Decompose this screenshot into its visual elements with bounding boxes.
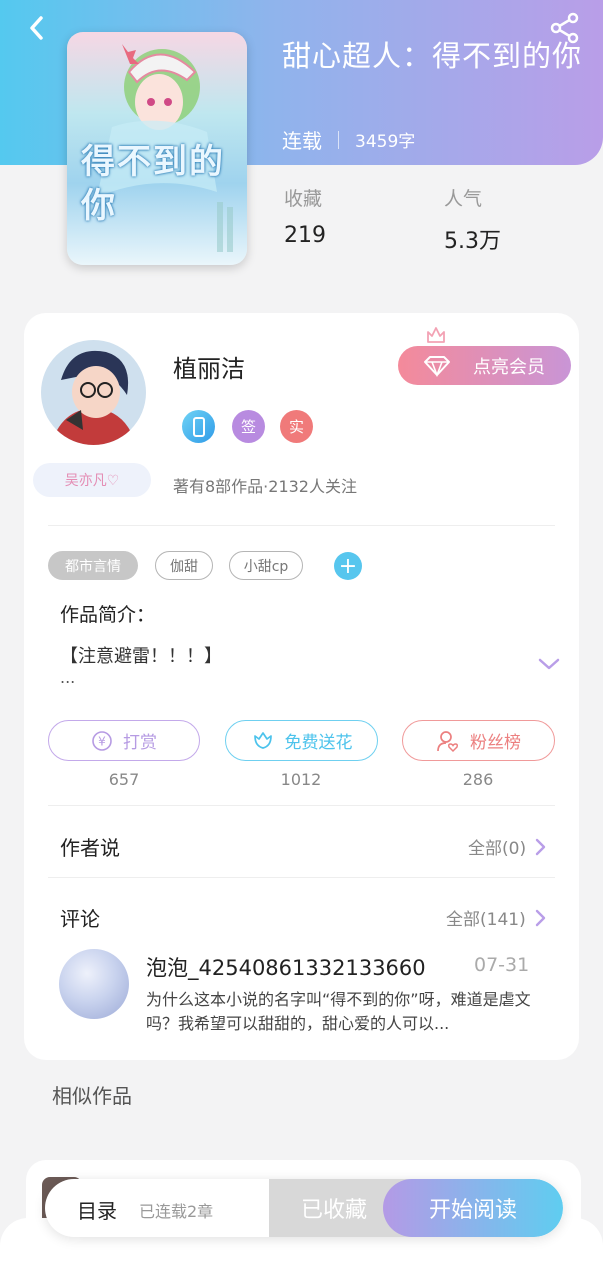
tip-button[interactable]: ¥ 打赏	[48, 720, 200, 761]
commenter-avatar[interactable]	[59, 949, 129, 1019]
tag-chip[interactable]: 都市言情	[48, 551, 138, 580]
fan-ranking-label: 粉丝榜	[470, 733, 521, 753]
avatar-illustration	[41, 340, 146, 445]
author-stats: 著有8部作品·2132人关注	[173, 477, 357, 496]
diamond-icon	[424, 356, 450, 377]
chevron-right-icon	[535, 838, 546, 855]
book-status: 连载	[282, 129, 322, 153]
fan-ranking-button[interactable]: 粉丝榜	[402, 720, 555, 761]
author-name[interactable]: 植丽洁	[173, 349, 245, 384]
comments-all-label: 全部(141)	[446, 910, 526, 930]
add-tag-button[interactable]: +	[334, 552, 362, 580]
divider	[48, 525, 555, 526]
author-says-title: 作者说	[60, 836, 120, 860]
stat-label: 人气	[444, 188, 483, 210]
plus-icon: +	[338, 553, 358, 579]
stat-popularity: 人气 5.3万	[444, 184, 501, 255]
tag-chip[interactable]: 小甜cp	[229, 551, 303, 580]
back-button[interactable]	[20, 10, 56, 46]
intro-title: 作品简介：	[60, 604, 156, 626]
similar-works-title: 相似作品	[52, 1084, 132, 1108]
book-meta: 连载 3459字	[282, 125, 415, 154]
toc-button[interactable]: 目录	[77, 1195, 117, 1224]
coin-icon: ¥	[92, 730, 112, 751]
commenter-name[interactable]: 泡泡_42540861332133660	[146, 952, 426, 982]
flower-count: 1012	[280, 770, 322, 789]
stat-favorites: 收藏 219	[284, 184, 326, 248]
chevron-right-icon	[535, 909, 545, 926]
divider	[48, 805, 555, 806]
signed-badge: 签	[232, 410, 265, 443]
comment-text[interactable]: 为什么这本小说的名字叫“得不到的你”呀，难道是虐文吗？我希望可以甜甜的，甜心爱的…	[146, 988, 546, 1036]
author-avatar[interactable]	[41, 340, 146, 445]
phone-icon	[192, 416, 205, 437]
comments-title: 评论	[60, 907, 100, 931]
book-word-count: 3459字	[355, 132, 416, 152]
stat-value: 219	[284, 223, 326, 248]
stat-value: 5.3万	[444, 229, 501, 254]
back-icon	[30, 16, 43, 40]
book-cover[interactable]: 得不到的你	[67, 32, 247, 265]
author-says-all-link[interactable]: 全部(0)	[468, 834, 546, 859]
stat-label: 收藏	[284, 188, 323, 210]
author-says-all-label: 全部(0)	[468, 839, 527, 859]
tag-chip[interactable]: 伽甜	[155, 551, 213, 580]
comments-all-link[interactable]: 全部(141)	[446, 905, 546, 930]
book-title: 甜心超人：得不到的你	[282, 39, 583, 73]
fan-count: 286	[462, 770, 494, 789]
vip-button-label: 点亮会员	[473, 356, 545, 378]
tip-count: 657	[108, 770, 140, 789]
flower-icon	[253, 731, 272, 749]
cover-title-text: 得不到的你	[81, 142, 225, 226]
verified-badge: 实	[280, 410, 313, 443]
user-heart-icon	[437, 730, 459, 752]
intro-text: 【注意避雷！！！】	[60, 646, 222, 667]
divider	[48, 877, 555, 878]
chapter-count: 已连载2章	[139, 1202, 214, 1221]
meta-divider	[338, 130, 339, 149]
send-flower-label: 免费送花	[284, 733, 353, 753]
intro-ellipsis: ...	[60, 668, 76, 687]
comment-date: 07-31	[474, 954, 530, 976]
send-flower-button[interactable]: 免费送花	[225, 720, 378, 761]
start-reading-button[interactable]: 开始阅读	[383, 1179, 563, 1237]
bottom-action-bar: 目录 已连载2章 已收藏 开始阅读	[45, 1179, 563, 1237]
author-fan-tag: 吴亦凡♡	[33, 463, 151, 497]
tip-label: 打赏	[123, 733, 157, 753]
phone-verified-badge	[182, 410, 215, 443]
crown-icon	[427, 327, 445, 343]
chevron-down-icon[interactable]	[537, 656, 561, 672]
svg-text:¥: ¥	[98, 734, 106, 748]
